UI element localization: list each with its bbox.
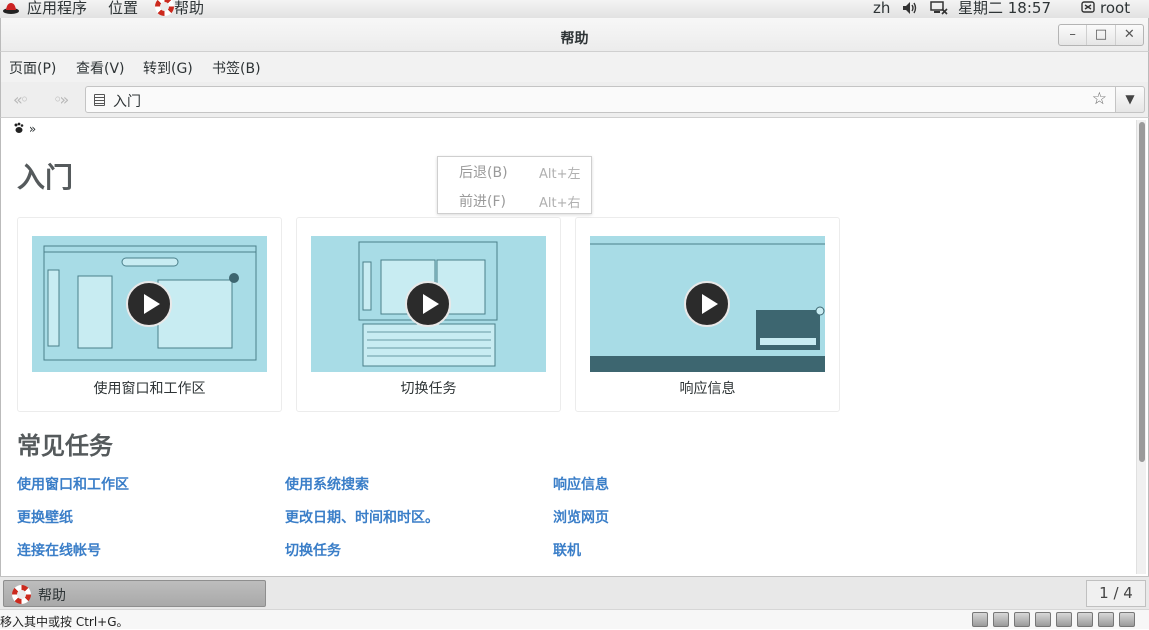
video-caption: 使用窗口和工作区 [93, 381, 206, 397]
volume-icon[interactable] [902, 1, 918, 15]
video-thumbnail [311, 236, 546, 372]
play-icon[interactable] [684, 281, 730, 327]
minimize-icon[interactable]: – [1059, 25, 1088, 45]
video-card-respond-messages[interactable]: 响应信息 [575, 217, 840, 412]
link-switch-tasks[interactable]: 切换任务 [285, 540, 341, 560]
section-title: 常见任务 [17, 432, 113, 460]
sound-icon[interactable] [1056, 612, 1072, 627]
network-icon[interactable] [930, 1, 948, 15]
taskbar-window-button[interactable]: 帮助 [3, 580, 266, 607]
menu-item-forward[interactable]: 前进(F) Alt+右 [438, 186, 591, 214]
link-respond-messages[interactable]: 响应信息 [553, 474, 609, 494]
help-lifebuoy-icon [155, 0, 174, 16]
printer-icon[interactable] [1035, 612, 1051, 627]
user-menu[interactable]: root [1100, 0, 1130, 18]
play-icon[interactable] [126, 281, 172, 327]
menu-item-accel: Alt+右 [539, 196, 581, 211]
clock[interactable]: 星期二 18:57 [958, 0, 1051, 18]
link-system-search[interactable]: 使用系统搜索 [285, 474, 369, 494]
link-change-datetime[interactable]: 更改日期、时间和时区。 [285, 507, 439, 527]
gnome-foot-icon[interactable] [13, 122, 25, 134]
taskbar-window-label: 帮助 [38, 588, 66, 604]
menu-view[interactable]: 查看(V) [76, 58, 125, 78]
bottom-taskbar: 帮助 1 / 4 [0, 576, 1149, 609]
menu-item-label: 后退(B) [459, 165, 508, 181]
vertical-scrollbar[interactable] [1136, 120, 1146, 574]
history-popup-menu: 后退(B) Alt+左 前进(F) Alt+右 [437, 156, 592, 214]
maximize-icon[interactable]: □ [1087, 25, 1116, 45]
menu-item-label: 前进(F) [459, 194, 506, 210]
scrollbar-thumb[interactable] [1139, 122, 1145, 462]
video-thumbnail [590, 236, 825, 372]
message-icon[interactable] [1119, 612, 1135, 627]
usb-device-icon[interactable] [1098, 612, 1114, 627]
link-change-wallpaper[interactable]: 更换壁纸 [17, 507, 73, 527]
status-text: 移入其中或按 Ctrl+G。 [0, 615, 129, 629]
places-menu[interactable]: 位置 [108, 0, 138, 18]
window-titlebar[interactable]: 帮助 – □ ✕ [0, 18, 1149, 52]
network-adapter-icon[interactable] [1014, 612, 1030, 627]
applications-menu[interactable]: 应用程序 [27, 0, 87, 18]
link-get-online[interactable]: 联机 [553, 540, 581, 560]
breadcrumb: » [13, 122, 36, 136]
link-browse-web[interactable]: 浏览网页 [553, 507, 609, 527]
top-panel: 应用程序 位置 帮助 zh 星期二 18:57 root [0, 0, 1149, 18]
menu-page[interactable]: 页面(P) [9, 58, 56, 78]
usb-icon[interactable] [1077, 612, 1093, 627]
video-caption: 切换任务 [400, 381, 457, 397]
video-thumbnail [32, 236, 267, 372]
video-card-windows-workspaces[interactable]: 使用窗口和工作区 [17, 217, 282, 412]
toolbar: ‹‹◦ ◦›› 入门 ☆ ▼ [0, 82, 1149, 118]
page-title: 入门 [17, 161, 74, 194]
help-lifebuoy-icon [12, 585, 31, 604]
link-windows-workspaces[interactable]: 使用窗口和工作区 [17, 474, 129, 494]
workspace-switcher[interactable]: 1 / 4 [1086, 580, 1146, 607]
hard-disk-icon[interactable] [972, 612, 988, 627]
video-card-switch-tasks[interactable]: 切换任务 [296, 217, 561, 412]
location-text: 入门 [113, 94, 141, 110]
redhat-logo-icon [3, 3, 19, 14]
menu-bookmarks[interactable]: 书签(B) [212, 58, 261, 78]
menu-item-back[interactable]: 后退(B) Alt+左 [438, 157, 591, 185]
status-bar: 移入其中或按 Ctrl+G。 [0, 609, 1149, 629]
location-bar[interactable]: 入门 ☆ [85, 86, 1116, 113]
menu-go[interactable]: 转到(G) [143, 58, 193, 78]
forward-button[interactable]: ◦›› [53, 90, 69, 109]
window-controls: – □ ✕ [1058, 24, 1144, 46]
active-app-menu[interactable]: 帮助 [174, 0, 204, 18]
menubar: 页面(P) 查看(V) 转到(G) 书签(B) [0, 52, 1149, 82]
video-caption: 响应信息 [679, 381, 736, 397]
optical-drive-icon[interactable] [993, 612, 1009, 627]
status-tray [972, 612, 1135, 627]
menu-item-accel: Alt+左 [539, 167, 581, 182]
close-icon[interactable]: ✕ [1116, 25, 1143, 45]
user-status-icon [1081, 1, 1095, 13]
bookmark-star-icon[interactable]: ☆ [1092, 89, 1107, 109]
window-title: 帮助 [560, 31, 589, 47]
play-icon[interactable] [405, 281, 451, 327]
language-indicator[interactable]: zh [873, 0, 890, 18]
page-icon [94, 94, 105, 106]
link-online-accounts[interactable]: 连接在线帐号 [17, 540, 101, 560]
back-button[interactable]: ‹‹◦ [13, 90, 29, 109]
breadcrumb-separator: » [28, 122, 37, 136]
location-dropdown-button[interactable]: ▼ [1116, 86, 1145, 113]
